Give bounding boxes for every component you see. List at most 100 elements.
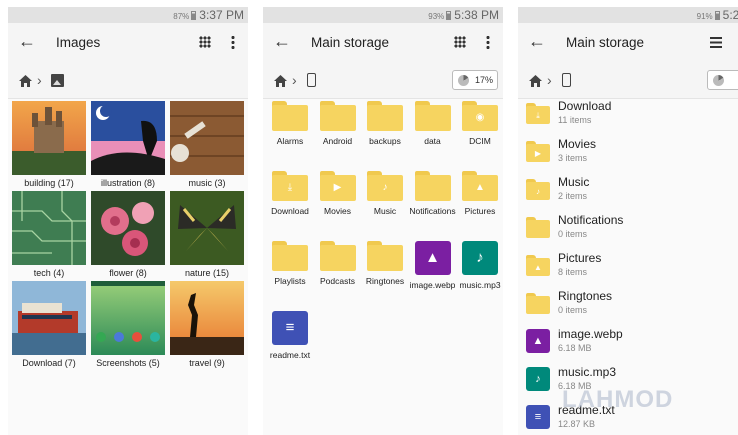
- folder-item[interactable]: Ringtones: [361, 241, 409, 286]
- folder-icon: ♪: [526, 179, 550, 200]
- item-name: Ringtones: [365, 276, 405, 286]
- phone-storage-icon[interactable]: [562, 73, 571, 87]
- image-icon: ▲: [526, 329, 550, 353]
- list-item[interactable]: ♪ Music 2 items: [518, 175, 738, 211]
- storage-list-screen: 91% 5:28 ← Main storage › ⤓ Download 11 ite…: [518, 7, 738, 435]
- music-note-icon: ♪: [536, 187, 540, 196]
- album-tile[interactable]: flower (8): [91, 191, 165, 278]
- chevron-right-icon: ›: [37, 72, 42, 88]
- item-name: Music: [373, 206, 397, 216]
- album-tile[interactable]: nature (15): [170, 191, 244, 278]
- music-note-icon: ♪: [382, 182, 388, 193]
- storage-usage-button[interactable]: 17%: [452, 70, 499, 90]
- item-name: readme.txt: [269, 350, 311, 360]
- battery-level: 87%: [173, 12, 190, 21]
- folder-item[interactable]: Podcasts: [314, 241, 362, 286]
- image-icon[interactable]: [51, 74, 64, 87]
- document-icon: ≡: [272, 311, 308, 345]
- list-view-icon[interactable]: [710, 37, 722, 48]
- list-item[interactable]: Ringtones 0 items: [518, 289, 738, 325]
- list-item[interactable]: ▲ image.webp 6.18 MB: [518, 327, 738, 363]
- folder-item[interactable]: data: [409, 101, 457, 146]
- page-title: Images: [56, 35, 101, 50]
- list-item[interactable]: ▶ Movies 3 items: [518, 137, 738, 173]
- list-item[interactable]: ▲ Pictures 8 items: [518, 251, 738, 287]
- item-meta: 8 items: [558, 267, 588, 277]
- battery-level: 91%: [696, 12, 713, 21]
- item-name: Podcasts: [320, 276, 355, 286]
- back-arrow-icon[interactable]: ←: [273, 32, 291, 50]
- album-tile[interactable]: travel (9): [170, 281, 244, 368]
- album-tile[interactable]: Screenshots (5): [91, 281, 165, 368]
- folder-item[interactable]: ♪ Music: [361, 171, 409, 216]
- folder-item[interactable]: Playlists: [266, 241, 314, 286]
- file-item[interactable]: ≡ readme.txt: [266, 311, 314, 360]
- folder-item[interactable]: ◉ DCIM: [456, 101, 503, 146]
- folder-icon: ▶: [319, 171, 356, 201]
- folder-icon: ♪: [367, 171, 403, 201]
- play-icon: ▶: [534, 149, 542, 158]
- folder-icon: [367, 101, 403, 131]
- images-screen: 87% 3:37 PM ← Images › building (17) illus…: [8, 7, 248, 435]
- album-tile[interactable]: music (3): [170, 101, 244, 188]
- folder-item[interactable]: ▶ Movies: [314, 171, 362, 216]
- home-icon[interactable]: [19, 75, 32, 87]
- list-item[interactable]: Notifications 0 items: [518, 213, 738, 249]
- item-name: Pictures: [464, 206, 496, 216]
- album-tile[interactable]: illustration (8): [91, 101, 165, 188]
- storage-used-value: 17%: [475, 75, 494, 85]
- building-photo: [12, 101, 86, 175]
- home-icon[interactable]: [274, 75, 287, 87]
- tech-photo: [12, 191, 86, 265]
- album-label: Screenshots (5): [96, 358, 160, 368]
- folder-icon: [272, 101, 308, 131]
- storage-usage-button[interactable]: [707, 70, 738, 90]
- back-arrow-icon[interactable]: ←: [528, 32, 546, 50]
- pie-chart-icon: [458, 75, 469, 86]
- home-icon[interactable]: [529, 75, 542, 87]
- image-icon: ▲: [414, 241, 451, 275]
- pie-chart-icon: [713, 75, 724, 86]
- music-note-icon: ♪: [526, 367, 550, 391]
- folder-item[interactable]: ▲ Pictures: [456, 171, 503, 216]
- download-icon: ⤓: [287, 182, 293, 193]
- item-meta: 0 items: [558, 229, 588, 239]
- download-icon: ⤓: [536, 111, 540, 120]
- watermark-logo: LAHMOD: [562, 386, 674, 413]
- grid-view-icon[interactable]: [454, 36, 466, 48]
- item-name: Android: [322, 136, 353, 146]
- file-item[interactable]: ▲ image.webp: [409, 241, 457, 290]
- item-name: data: [424, 136, 441, 146]
- toolbar: ← Main storage: [263, 23, 503, 63]
- folder-item[interactable]: Alarms: [266, 101, 314, 146]
- album-tile[interactable]: Download (7): [12, 281, 86, 368]
- list-item[interactable]: ⤓ Download 11 items: [518, 99, 738, 135]
- album-label: travel (9): [189, 358, 225, 368]
- album-label: building (17): [24, 178, 74, 188]
- folder-item[interactable]: Notifications: [409, 171, 457, 216]
- item-name: Notifications: [558, 213, 624, 227]
- folder-item[interactable]: Android: [314, 101, 362, 146]
- album-tile[interactable]: building (17): [12, 101, 86, 188]
- phone-storage-icon[interactable]: [307, 73, 316, 87]
- travel-photo: [170, 281, 244, 355]
- more-options-icon[interactable]: [486, 35, 490, 49]
- item-meta: 12.87 KB: [558, 419, 596, 429]
- more-options-icon[interactable]: [231, 35, 235, 49]
- page-title: Main storage: [311, 35, 390, 50]
- album-tile[interactable]: tech (4): [12, 191, 86, 278]
- folder-item[interactable]: backups: [361, 101, 409, 146]
- folder-item[interactable]: ⤓ Download: [266, 171, 314, 216]
- back-arrow-icon[interactable]: ←: [18, 32, 36, 50]
- clock: 5:38 PM: [454, 8, 499, 22]
- album-label: nature (15): [184, 268, 230, 278]
- item-name: backups: [369, 136, 401, 146]
- status-bar: 87% 3:37 PM: [8, 7, 248, 23]
- folder-icon: ▲: [526, 255, 550, 276]
- item-name: Download: [271, 206, 309, 216]
- grid-view-icon[interactable]: [199, 36, 211, 48]
- breadcrumb: ›: [518, 63, 738, 99]
- file-item[interactable]: ♪ music.mp3: [456, 241, 503, 290]
- item-name: music.mp3: [459, 280, 501, 290]
- status-bar: 93% 5:38 PM: [263, 7, 503, 23]
